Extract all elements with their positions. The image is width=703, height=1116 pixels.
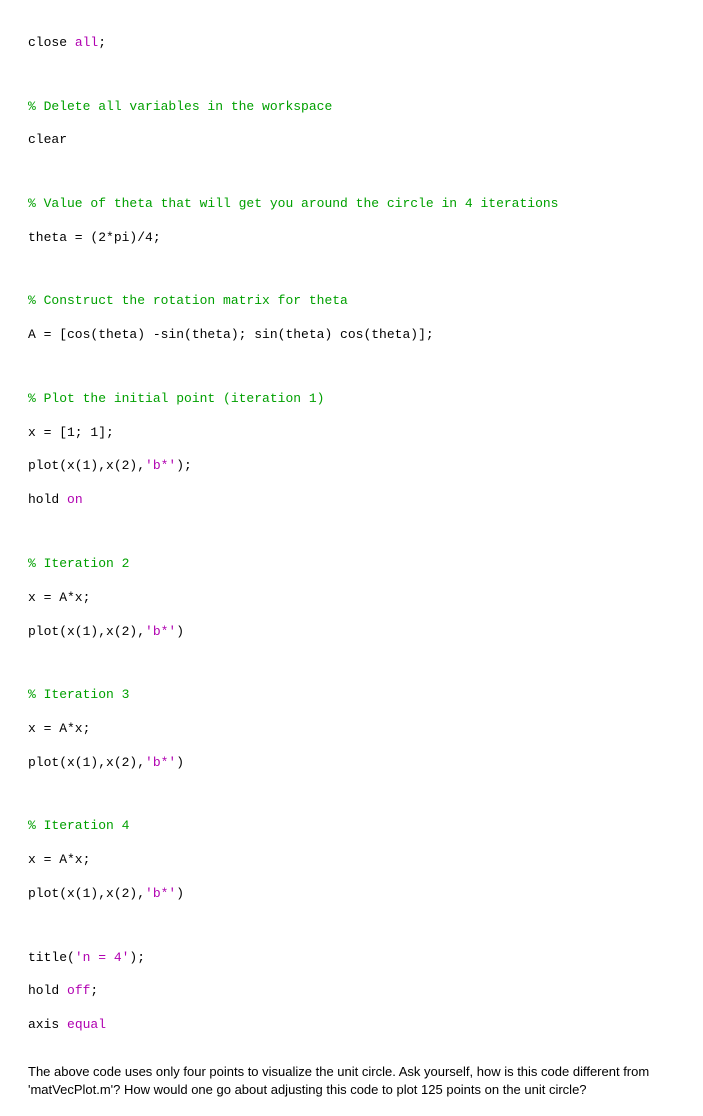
code-string: 'b*' [145, 886, 176, 901]
code-text: ; [98, 35, 106, 50]
blank-line [28, 166, 675, 179]
code-text: axis [28, 1017, 67, 1032]
code-line: x = A*x; [28, 721, 675, 738]
code-line: x = A*x; [28, 852, 675, 869]
code-line: A = [cos(theta) -sin(theta); sin(theta) … [28, 327, 675, 344]
code-text: hold [28, 983, 67, 998]
code-line: hold off; [28, 983, 675, 1000]
code-line: % Iteration 2 [28, 556, 675, 573]
code-text: x = A*x; [28, 721, 90, 736]
code-comment: % Iteration 2 [28, 556, 129, 571]
code-text: ) [176, 886, 184, 901]
code-text: hold [28, 492, 67, 507]
code-comment: % Value of theta that will get you aroun… [28, 196, 559, 211]
code-comment: % Delete all variables in the workspace [28, 99, 332, 114]
code-text: A = [cos(theta) -sin(theta); sin(theta) … [28, 327, 434, 342]
code-line: % Construct the rotation matrix for thet… [28, 293, 675, 310]
code-keyword: on [67, 492, 83, 507]
code-line: close all; [28, 35, 675, 52]
code-text: ); [129, 950, 145, 965]
blank-line [28, 526, 675, 539]
code-text: x = A*x; [28, 852, 90, 867]
code-line: title('n = 4'); [28, 950, 675, 967]
blank-line [28, 264, 675, 277]
code-text: ) [176, 755, 184, 770]
code-line: plot(x(1),x(2),'b*') [28, 886, 675, 903]
blank-line [28, 361, 675, 374]
code-keyword: all [75, 35, 98, 50]
code-line: % Iteration 3 [28, 687, 675, 704]
code-comment: % Iteration 4 [28, 818, 129, 833]
code-line: % Value of theta that will get you aroun… [28, 196, 675, 213]
code-string: 'b*' [145, 755, 176, 770]
code-line: % Delete all variables in the workspace [28, 99, 675, 116]
explanation-text: The above code uses only four points to … [28, 1063, 675, 1098]
code-text: plot(x(1),x(2), [28, 458, 145, 473]
code-text: ; [90, 983, 98, 998]
blank-line [28, 69, 675, 82]
blank-line [28, 657, 675, 670]
code-block: close all; % Delete all variables in the… [28, 18, 675, 1051]
blank-line [28, 789, 675, 802]
code-line: x = [1; 1]; [28, 425, 675, 442]
code-comment: % Iteration 3 [28, 687, 129, 702]
code-text: plot(x(1),x(2), [28, 624, 145, 639]
code-text: close [28, 35, 75, 50]
code-line: hold on [28, 492, 675, 509]
code-line: theta = (2*pi)/4; [28, 230, 675, 247]
code-comment: % Plot the initial point (iteration 1) [28, 391, 324, 406]
code-keyword: off [67, 983, 90, 998]
code-line: plot(x(1),x(2),'b*') [28, 624, 675, 641]
code-text: ) [176, 624, 184, 639]
code-comment: % Construct the rotation matrix for thet… [28, 293, 348, 308]
code-line: % Iteration 4 [28, 818, 675, 835]
code-text: plot(x(1),x(2), [28, 755, 145, 770]
code-text: clear [28, 132, 67, 147]
code-line: axis equal [28, 1017, 675, 1034]
code-line: clear [28, 132, 675, 149]
code-text: ); [176, 458, 192, 473]
code-text: x = A*x; [28, 590, 90, 605]
code-line: plot(x(1),x(2),'b*') [28, 755, 675, 772]
code-line: x = A*x; [28, 590, 675, 607]
code-text: plot(x(1),x(2), [28, 886, 145, 901]
code-keyword: equal [67, 1017, 106, 1032]
code-text: theta = (2*pi)/4; [28, 230, 161, 245]
code-line: plot(x(1),x(2),'b*'); [28, 458, 675, 475]
code-line: % Plot the initial point (iteration 1) [28, 391, 675, 408]
code-text: x = [1; 1]; [28, 425, 114, 440]
code-text: title( [28, 950, 75, 965]
code-string: 'b*' [145, 458, 176, 473]
code-string: 'b*' [145, 624, 176, 639]
code-string: 'n = 4' [75, 950, 130, 965]
blank-line [28, 920, 675, 933]
